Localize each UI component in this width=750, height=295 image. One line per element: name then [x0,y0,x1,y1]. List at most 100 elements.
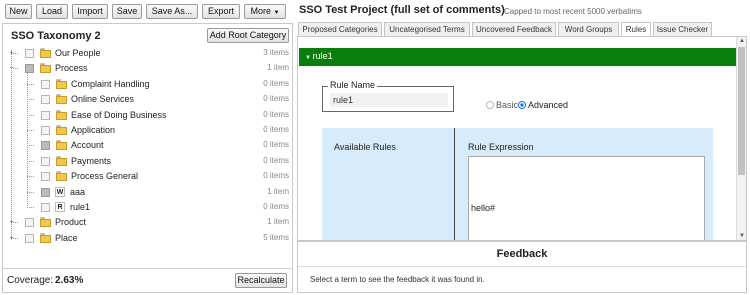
tree-item-count: 0 items [263,109,289,119]
scroll-thumb[interactable] [738,47,745,175]
rules-divider [454,128,455,240]
tree-item-product[interactable]: + Product 1 item [3,215,292,230]
folder-icon [40,48,51,58]
tab-rules[interactable]: Rules [621,22,651,37]
save-as-button[interactable]: Save As... [146,4,198,19]
tree-item-place[interactable]: + Place 5 items [3,231,292,246]
tree-item-label: Product [55,217,87,228]
collapse-caret-icon: ▼ [305,55,313,61]
tree-item-aaa[interactable]: Waaa 1 item [3,185,292,200]
basic-label: Basic [496,100,519,110]
folder-icon [56,171,67,182]
tree-item-count: 0 items [263,78,289,88]
rules-content: ▼ rule1 Rule Name rule1 Basic Advanced A… [297,36,747,241]
tree-item-label: Complaint Handling [71,78,150,89]
recalculate-button[interactable]: Recalculate [235,273,287,288]
tree-connector [27,114,34,116]
tree-connector [27,145,34,147]
folder-icon [56,94,67,105]
coverage-value: 2.63% [55,275,84,286]
tree-item-rule1[interactable]: Rrule1 0 items [3,200,292,215]
new-button[interactable]: New [5,4,32,19]
load-button[interactable]: Load [36,4,68,19]
add-root-category-button[interactable]: Add Root Category [207,28,289,43]
tree-item-count: 1 item [267,63,289,73]
import-button[interactable]: Import [72,4,108,19]
folder-icon [40,63,51,74]
rule-name-input[interactable]: rule1 [330,93,448,107]
rule-expression-label: Rule Expression [468,142,534,152]
save-button[interactable]: Save [112,4,142,19]
tab-word-groups[interactable]: Word Groups [558,22,619,36]
tree-checkbox[interactable] [25,218,34,228]
tree-checkbox[interactable] [41,187,50,197]
basic-radio[interactable] [486,101,494,109]
tree-checkbox[interactable] [41,203,50,212]
rule-name-legend: Rule Name [328,80,378,90]
expand-icon[interactable]: + [8,219,15,226]
tree-item-count: 5 items [263,232,289,242]
project-title: SSO Test Project (full set of comments) [299,4,505,16]
tab-uncategorised-terms[interactable]: Uncategorised Terms [384,22,470,36]
tree-item-count: 1 item [267,186,289,196]
tree-item-count: 3 items [263,48,289,57]
tree-checkbox[interactable] [41,110,50,120]
tree-checkbox[interactable] [41,156,50,166]
feedback-divider [298,266,746,267]
scroll-up-icon: ▲ [739,38,745,44]
tree-item-process[interactable]: − Process 1 item [3,61,292,76]
coverage-bar: Coverage: 2.63% Recalculate [3,268,292,292]
tree-checkbox[interactable] [25,233,34,243]
expand-icon[interactable]: + [8,50,15,57]
tab-proposed-categories[interactable]: Proposed Categories [298,22,382,36]
tree-item-ease-of-doing-business[interactable]: Ease of Doing Business 0 items [3,108,292,123]
tree-item-application[interactable]: Application 0 items [3,123,292,138]
tree-checkbox[interactable] [41,95,50,105]
tab-uncovered-feedback[interactable]: Uncovered Feedback [472,22,556,36]
feedback-title: Feedback [496,248,548,260]
coverage-label: Coverage: [7,275,54,286]
export-button[interactable]: Export [202,4,240,19]
advanced-radio[interactable] [518,101,526,109]
tab-issue-checker[interactable]: Issue Checker [653,22,712,36]
scroll-down-icon: ▼ [739,233,745,239]
tree-item-our-people[interactable]: + Our People 3 items [3,46,292,61]
collapse-icon[interactable]: − [8,65,15,72]
more-label: More [250,6,272,16]
folder-icon [40,217,51,228]
expand-icon[interactable]: + [8,235,15,242]
tree-checkbox[interactable] [41,126,50,135]
tree-item-payments[interactable]: Payments 0 items [3,154,292,169]
tree-item-count: 0 items [263,94,289,104]
tree-connector [27,176,34,178]
word-type-icon: W [55,186,65,197]
tree-item-count: 1 item [267,217,289,227]
tree-checkbox[interactable] [41,141,50,151]
tree-item-label: Ease of Doing Business [71,109,167,120]
rule-expression-value: hello# [471,203,496,213]
tree-checkbox[interactable] [25,64,34,74]
tree-connector [27,207,34,208]
content-scrollbar[interactable]: ▲ ▼ [736,37,746,240]
tree-checkbox[interactable] [41,172,50,182]
folder-icon [56,155,67,166]
tree-item-label: Online Services [71,94,135,105]
tree-item-online-services[interactable]: Online Services 0 items [3,92,292,107]
tree-item-process-general[interactable]: Process General 0 items [3,169,292,184]
rule-header[interactable]: ▼ rule1 [299,48,736,66]
folder-icon [56,140,67,151]
tree-item-count: 0 items [263,125,289,134]
tree-item-label: Application [71,125,116,135]
tree-connector [27,99,34,101]
rule-expression-textarea[interactable]: hello# [468,156,705,240]
tree-checkbox[interactable] [41,79,50,89]
tree-item-account[interactable]: Account 0 items [3,138,292,153]
tree-item-label: Our People [55,48,101,58]
project-subtitle: Capped to most recent 5000 verbatims [504,7,642,16]
more-button[interactable]: More ▼ [244,4,286,19]
tree-checkbox[interactable] [25,49,34,58]
rule-header-label: rule1 [312,51,333,61]
caret-down-icon: ▼ [273,10,280,16]
tree-item-complaint-handling[interactable]: Complaint Handling 0 items [3,77,292,92]
folder-icon [56,109,67,120]
